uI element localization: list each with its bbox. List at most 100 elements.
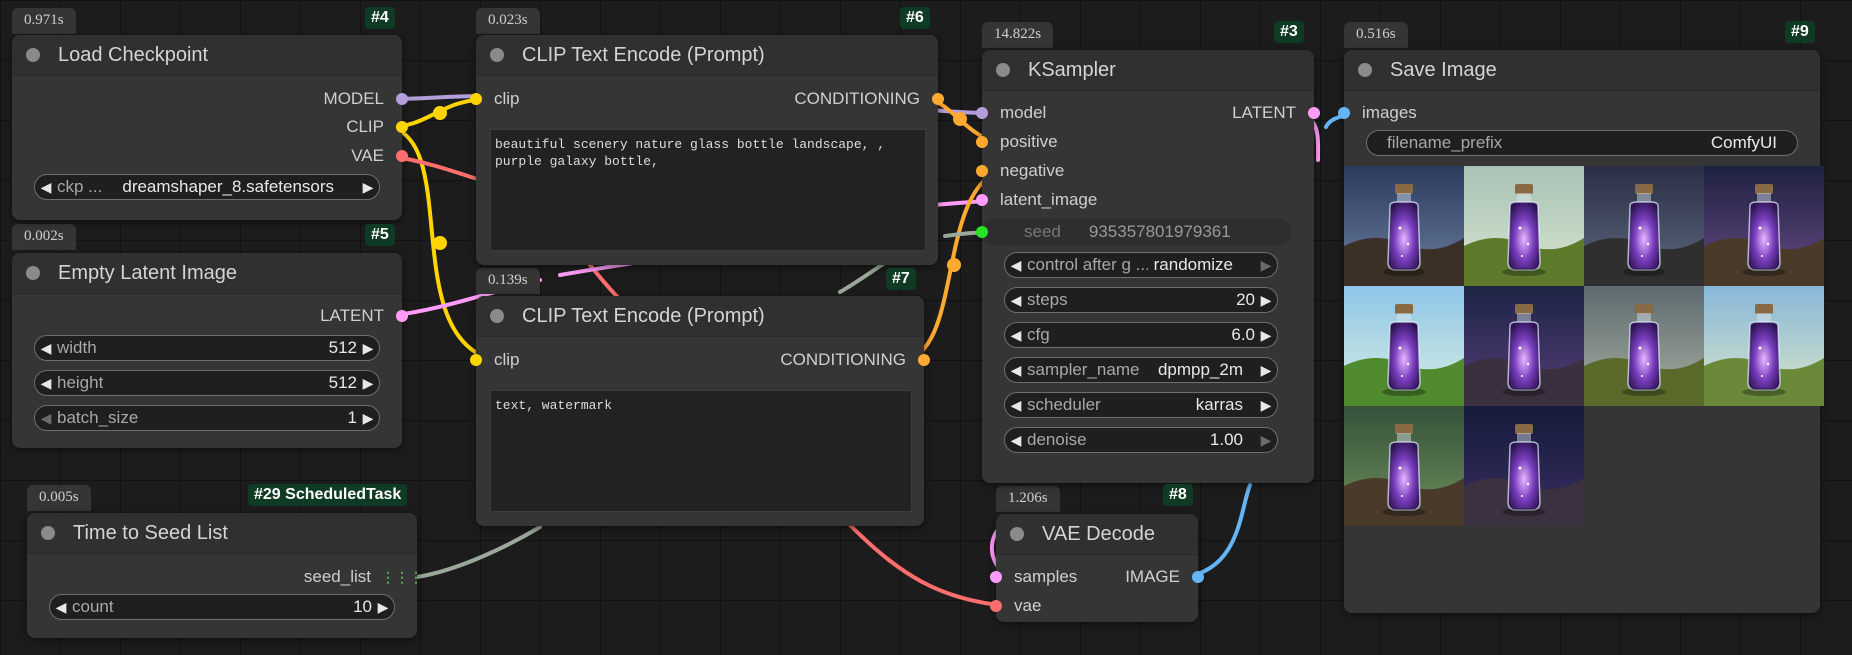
node-title-bar[interactable]: KSampler (982, 50, 1314, 91)
collapse-dot-icon[interactable] (490, 309, 504, 323)
left-arrow-icon[interactable]: ◀ (50, 599, 72, 616)
output-slot-conditioning[interactable]: CONDITIONING (794, 88, 944, 110)
right-arrow-icon[interactable]: ▶ (357, 375, 379, 392)
collapse-dot-icon[interactable] (26, 266, 40, 280)
output-image-thumbnail[interactable] (1464, 166, 1584, 286)
node-clip-text-encode-positive[interactable]: CLIP Text Encode (Prompt) clip CONDITION… (470, 35, 944, 265)
output-slot-latent[interactable]: LATENT (1232, 102, 1320, 124)
slot-dot-icon[interactable] (918, 354, 930, 366)
slot-dot-icon[interactable] (470, 354, 482, 366)
right-arrow-icon[interactable]: ▶ (1255, 327, 1277, 344)
node-title-bar[interactable]: Time to Seed List (27, 513, 417, 554)
node-save-image[interactable]: Save Image images filename_prefix ComfyU… (1338, 50, 1824, 613)
right-arrow-icon[interactable]: ▶ (357, 340, 379, 357)
slot-dot-icon[interactable] (976, 107, 988, 119)
left-arrow-icon[interactable]: ◀ (1005, 327, 1027, 344)
denoise-number-widget[interactable]: ◀ denoise 1.00 ▶ (1004, 427, 1278, 453)
output-slot-image[interactable]: IMAGE (1125, 566, 1204, 588)
right-arrow-icon[interactable]: ▶ (1255, 292, 1277, 309)
node-time-to-seed-list[interactable]: Time to Seed List seed_list ⋮⋮⋮ ◀ count … (27, 513, 423, 638)
right-arrow-icon[interactable]: ▶ (1255, 432, 1277, 449)
right-arrow-icon[interactable]: ▶ (357, 179, 379, 196)
node-title-bar[interactable]: VAE Decode (996, 514, 1198, 555)
node-title-bar[interactable]: CLIP Text Encode (Prompt) (476, 35, 938, 76)
output-image-thumbnail[interactable] (1584, 286, 1704, 406)
node-title-bar[interactable]: Empty Latent Image (12, 253, 402, 294)
slot-dot-icon[interactable] (990, 571, 1002, 583)
slot-dot-icon[interactable] (976, 194, 988, 206)
output-image-thumbnail[interactable] (1344, 406, 1464, 526)
input-slot-clip[interactable]: clip (470, 349, 520, 371)
collapse-dot-icon[interactable] (26, 48, 40, 62)
left-arrow-icon[interactable]: ◀ (35, 375, 57, 392)
right-arrow-icon[interactable]: ▶ (1255, 397, 1277, 414)
slot-dot-icon[interactable] (1338, 107, 1350, 119)
seed-slot-dot-icon[interactable] (976, 226, 988, 238)
node-empty-latent-image[interactable]: Empty Latent Image LATENT ◀ width 512 ▶ … (12, 253, 408, 448)
batch-size-number-widget[interactable]: ◀ batch_size 1 ▶ (34, 405, 380, 431)
input-slot-positive[interactable]: positive (976, 131, 1058, 153)
input-slot-negative[interactable]: negative (976, 160, 1064, 182)
input-slot-latent-image[interactable]: latent_image (976, 189, 1097, 211)
slot-dot-icon[interactable] (976, 136, 988, 148)
output-image-thumbnail[interactable] (1704, 166, 1824, 286)
left-arrow-icon[interactable]: ◀ (1005, 432, 1027, 449)
scheduler-combo[interactable]: ◀ scheduler karras ▶ (1004, 392, 1278, 418)
output-image-thumbnail[interactable] (1704, 286, 1824, 406)
output-slot-clip[interactable]: CLIP (346, 116, 408, 138)
output-image-thumbnail[interactable] (1344, 286, 1464, 406)
input-slot-images[interactable]: images (1338, 102, 1417, 124)
left-arrow-icon[interactable]: ◀ (1005, 292, 1027, 309)
node-vae-decode[interactable]: VAE Decode samples IMAGE vae (990, 514, 1204, 622)
node-title-bar[interactable]: CLIP Text Encode (Prompt) (476, 296, 924, 337)
ckpt-name-combo[interactable]: ◀ ckp ... dreamshaper_8.safetensors ▶ (34, 174, 380, 200)
slot-dot-icon[interactable] (396, 150, 408, 162)
output-image-thumbnail[interactable] (1464, 406, 1584, 526)
input-slot-clip[interactable]: clip (470, 88, 520, 110)
right-arrow-icon[interactable]: ▶ (357, 410, 379, 427)
node-load-checkpoint[interactable]: Load Checkpoint MODEL CLIP VAE ◀ ckp ...… (12, 35, 408, 220)
collapse-dot-icon[interactable] (490, 48, 504, 62)
prompt-text-area[interactable]: text, watermark (490, 390, 912, 512)
slot-dot-icon[interactable] (1192, 571, 1204, 583)
slot-dot-icon[interactable] (976, 165, 988, 177)
right-arrow-icon[interactable]: ▶ (372, 599, 394, 616)
output-image-thumbnail[interactable] (1464, 286, 1584, 406)
seed-input-widget[interactable]: seed 935357801979361 (976, 219, 1292, 245)
cfg-number-widget[interactable]: ◀ cfg 6.0 ▶ (1004, 322, 1278, 348)
input-slot-model[interactable]: model (976, 102, 1046, 124)
slot-dot-icon[interactable] (396, 310, 408, 322)
left-arrow-icon[interactable]: ◀ (1005, 257, 1027, 274)
filename-prefix-input[interactable]: filename_prefix ComfyUI (1366, 130, 1798, 156)
node-title-bar[interactable]: Save Image (1344, 50, 1820, 91)
input-slot-vae[interactable]: vae (990, 595, 1041, 617)
collapse-dot-icon[interactable] (1010, 527, 1024, 541)
sampler-name-combo[interactable]: ◀ sampler_name dpmpp_2m ▶ (1004, 357, 1278, 383)
slot-dot-icon[interactable] (990, 600, 1002, 612)
node-title-bar[interactable]: Load Checkpoint (12, 35, 402, 76)
output-slot-seed-list[interactable]: seed_list ⋮⋮⋮ (304, 566, 423, 588)
left-arrow-icon[interactable]: ◀ (35, 410, 57, 427)
output-slot-model[interactable]: MODEL (324, 88, 408, 110)
slot-dot-icon[interactable] (470, 93, 482, 105)
control-after-generate-combo[interactable]: ◀ control after g ... randomize ▶ (1004, 252, 1278, 278)
right-arrow-icon[interactable]: ▶ (1255, 257, 1277, 274)
node-ksampler[interactable]: KSampler model LATENT positive negative … (976, 50, 1320, 483)
output-slot-latent[interactable]: LATENT (320, 305, 408, 327)
slot-dot-icon[interactable] (396, 93, 408, 105)
output-slot-vae[interactable]: VAE (351, 145, 408, 167)
prompt-text-area[interactable]: beautiful scenery nature glass bottle la… (490, 129, 926, 251)
height-number-widget[interactable]: ◀ height 512 ▶ (34, 370, 380, 396)
left-arrow-icon[interactable]: ◀ (1005, 397, 1027, 414)
count-number-widget[interactable]: ◀ count 10 ▶ (49, 594, 395, 620)
left-arrow-icon[interactable]: ◀ (1005, 362, 1027, 379)
output-slot-conditioning[interactable]: CONDITIONING (780, 349, 930, 371)
left-arrow-icon[interactable]: ◀ (35, 179, 57, 196)
input-slot-samples[interactable]: samples (990, 566, 1077, 588)
slot-dot-icon[interactable] (396, 121, 408, 133)
left-arrow-icon[interactable]: ◀ (35, 340, 57, 357)
output-image-thumbnail[interactable] (1344, 166, 1464, 286)
grid-icon[interactable]: ⋮⋮⋮ (381, 566, 423, 588)
slot-dot-icon[interactable] (932, 93, 944, 105)
collapse-dot-icon[interactable] (41, 526, 55, 540)
